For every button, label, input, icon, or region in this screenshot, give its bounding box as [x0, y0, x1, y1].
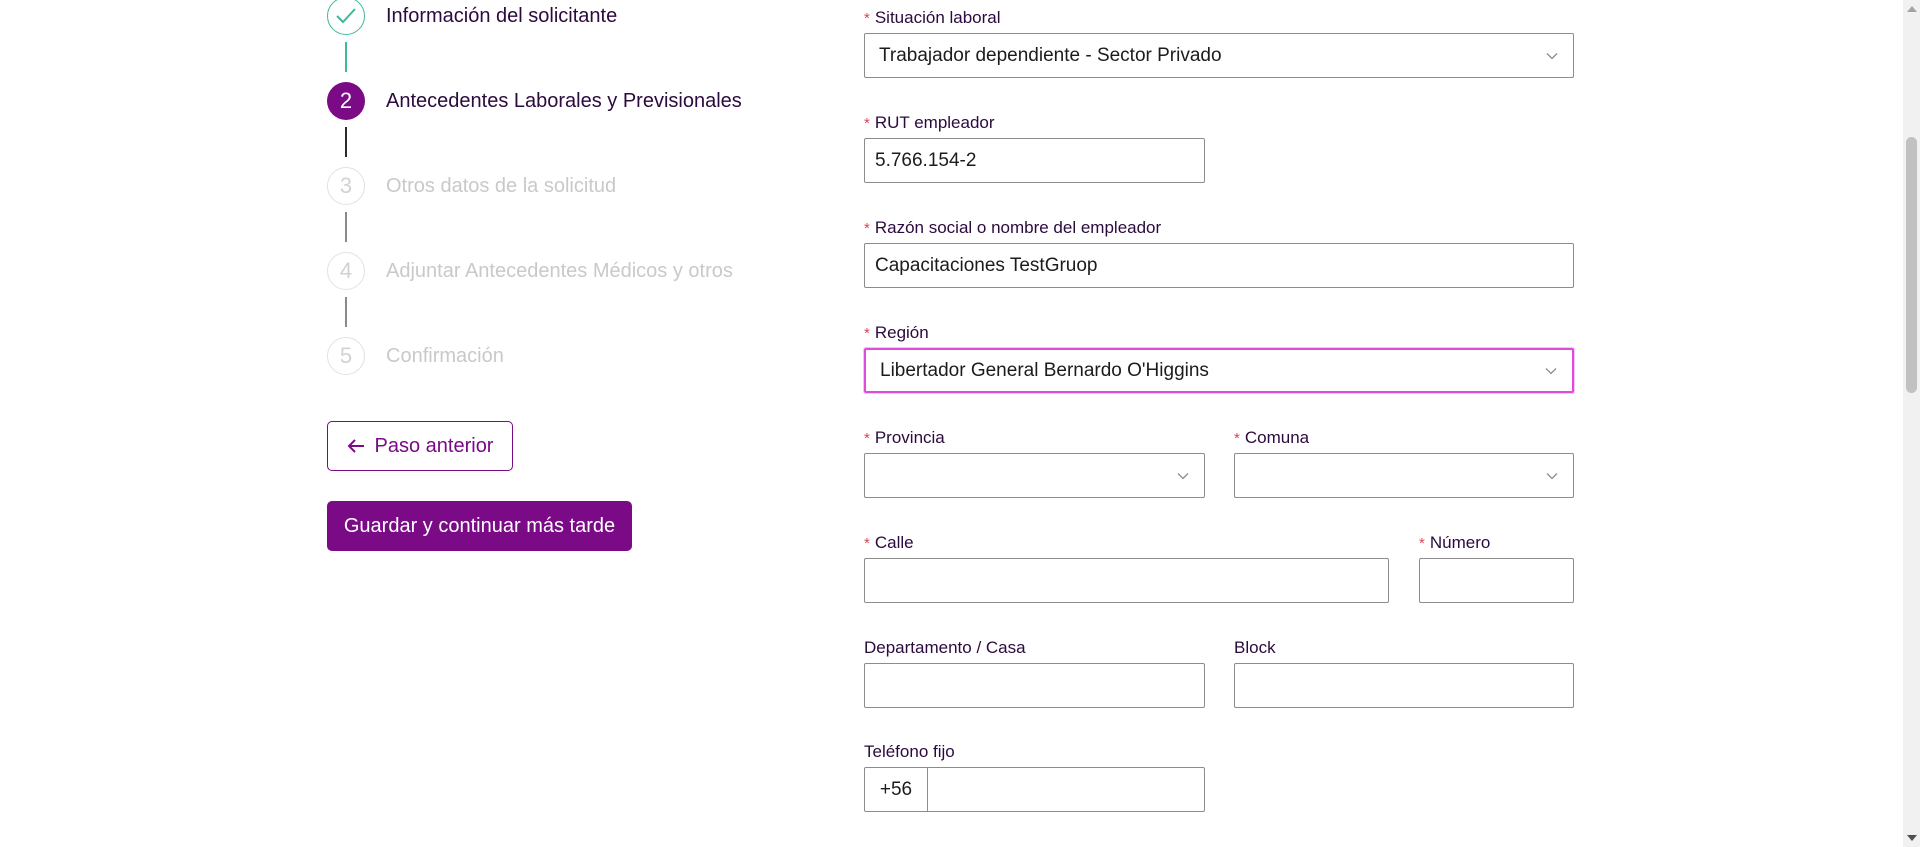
departamento-label: Departamento / Casa [864, 638, 1026, 657]
step-4: 4 Adjuntar Antecedentes Médicos y otros [327, 252, 733, 290]
required-mark: * [864, 535, 870, 552]
chevron-down-icon [1545, 367, 1557, 374]
step-2[interactable]: 2 Antecedentes Laborales y Previsionales [327, 82, 742, 120]
step-number: 3 [327, 167, 365, 205]
calle-input[interactable] [864, 558, 1389, 603]
previous-step-label: Paso anterior [374, 434, 494, 457]
telefono-fijo-field: Teléfono fijo +56 [864, 741, 1205, 812]
comuna-field: * Comuna [1234, 427, 1574, 498]
step-3: 3 Otros datos de la solicitud [327, 167, 616, 205]
arrow-left-icon [347, 439, 364, 453]
situacion-laboral-field: * Situación laboral Trabajador dependient… [864, 7, 1574, 78]
provincia-select[interactable] [864, 453, 1205, 498]
required-mark: * [864, 10, 870, 27]
step-label: Antecedentes Laborales y Previsionales [386, 89, 742, 112]
step-connector [345, 297, 347, 327]
situacion-laboral-select[interactable]: Trabajador dependiente - Sector Privado [864, 33, 1574, 78]
step-label: Otros datos de la solicitud [386, 174, 617, 197]
scroll-thumb[interactable] [1906, 137, 1917, 393]
step-number: 4 [327, 252, 365, 290]
departamento-input[interactable] [864, 663, 1205, 708]
vertical-scrollbar[interactable] [1903, 0, 1920, 847]
scroll-up-icon[interactable] [1907, 6, 1917, 12]
step-label: Confirmación [386, 344, 504, 367]
step-number: 2 [327, 82, 365, 120]
rut-empleador-label: RUT empleador [874, 113, 995, 132]
step-connector [345, 42, 347, 72]
situacion-laboral-label: Situación laboral [874, 8, 1001, 27]
razon-social-value: Capacitaciones TestGruop [875, 254, 1098, 276]
step-1[interactable]: Información del solicitante [327, 0, 617, 35]
razon-social-input[interactable]: Capacitaciones TestGruop [864, 243, 1574, 288]
razon-social-field: * Razón social o nombre del empleador Cap… [864, 217, 1574, 288]
required-mark: * [864, 115, 870, 132]
required-mark: * [1234, 430, 1240, 447]
chevron-down-icon [1546, 52, 1558, 59]
telefono-fijo-input[interactable]: +56 [864, 767, 1205, 812]
calle-label: Calle [874, 533, 914, 552]
required-mark: * [864, 325, 870, 342]
previous-step-button[interactable]: Paso anterior [327, 421, 513, 471]
telefono-fijo-label: Teléfono fijo [864, 742, 955, 761]
step-connector [345, 127, 347, 157]
razon-social-label: Razón social o nombre del empleador [874, 218, 1162, 237]
block-field: Block [1234, 637, 1574, 708]
step-connector [345, 212, 347, 242]
provincia-label: Provincia [874, 428, 945, 447]
step-number: 5 [327, 337, 365, 375]
comuna-select[interactable] [1234, 453, 1574, 498]
rut-empleador-input[interactable]: 5.766.154-2 [864, 138, 1205, 183]
phone-prefix: +56 [865, 768, 928, 811]
region-field: * Región Libertador General Bernardo O'Hi… [864, 322, 1574, 393]
region-value: Libertador General Bernardo O'Higgins [880, 359, 1209, 381]
required-mark: * [1419, 535, 1425, 552]
numero-label: Número [1429, 533, 1491, 552]
region-select[interactable]: Libertador General Bernardo O'Higgins [864, 348, 1574, 393]
situacion-laboral-value: Trabajador dependiente - Sector Privado [879, 44, 1222, 66]
scroll-down-icon[interactable] [1907, 835, 1917, 841]
numero-field: * Número [1419, 532, 1574, 603]
step-label: Adjuntar Antecedentes Médicos y otros [386, 259, 733, 282]
required-mark: * [864, 430, 870, 447]
provincia-field: * Provincia [864, 427, 1205, 498]
rut-empleador-value: 5.766.154-2 [875, 149, 977, 171]
save-continue-later-button[interactable]: Guardar y continuar más tarde [327, 501, 632, 551]
page: Información del solicitante 2 Antecedent… [0, 0, 1920, 847]
calle-field: * Calle [864, 532, 1389, 603]
rut-empleador-field: * RUT empleador 5.766.154-2 [864, 112, 1205, 183]
check-icon [327, 0, 365, 35]
departamento-field: Departamento / Casa [864, 637, 1205, 708]
step-5: 5 Confirmación [327, 337, 504, 375]
region-label: Región [874, 323, 929, 342]
block-label: Block [1234, 638, 1276, 657]
step-label: Información del solicitante [386, 4, 618, 27]
comuna-label: Comuna [1244, 428, 1310, 447]
block-input[interactable] [1234, 663, 1574, 708]
required-mark: * [864, 220, 870, 237]
chevron-down-icon [1177, 472, 1189, 479]
numero-input[interactable] [1419, 558, 1574, 603]
chevron-down-icon [1546, 472, 1558, 479]
